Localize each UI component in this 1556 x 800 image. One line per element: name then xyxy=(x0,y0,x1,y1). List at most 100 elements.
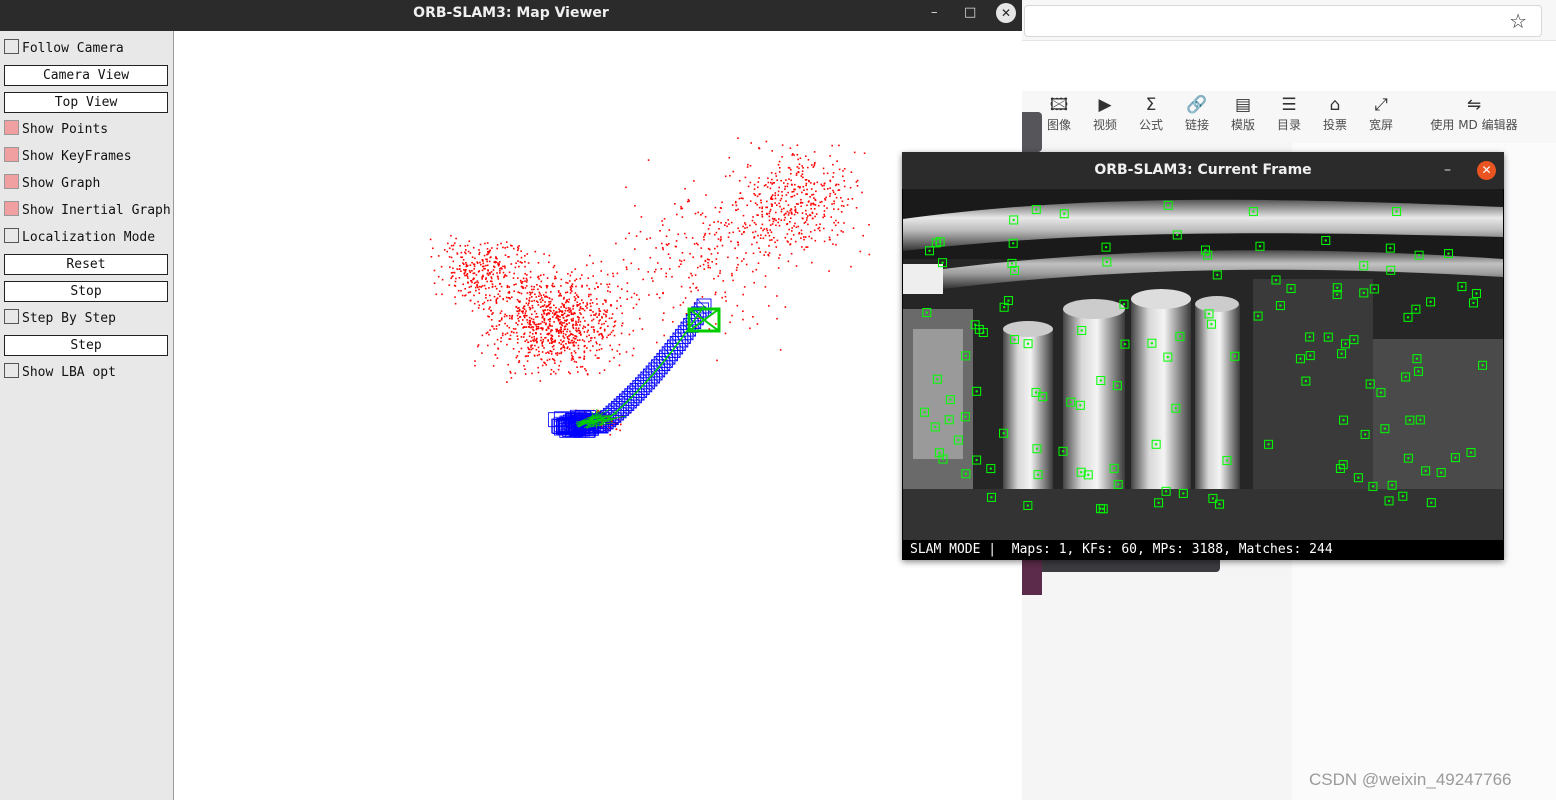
map-point xyxy=(521,280,524,283)
map-point xyxy=(596,357,599,359)
map-point xyxy=(727,219,729,221)
show-inertial-graph-checkbox[interactable]: Show Inertial Graph xyxy=(4,201,171,219)
checkbox-icon xyxy=(4,309,19,324)
maximize-button[interactable]: □ xyxy=(964,0,976,26)
map-point xyxy=(725,222,727,224)
map-point xyxy=(777,194,780,196)
map-point xyxy=(805,246,807,248)
map-point xyxy=(543,253,545,255)
reset-button[interactable]: Reset xyxy=(4,254,168,275)
map-point xyxy=(487,274,490,276)
map-point xyxy=(787,191,789,194)
map-point xyxy=(706,258,709,261)
map-point xyxy=(568,342,570,344)
map-point xyxy=(827,188,829,190)
toolbar-widescreen-button[interactable]: ⤢ 宽屏 xyxy=(1358,95,1404,133)
map-point xyxy=(482,260,484,262)
map-point xyxy=(575,285,577,288)
map-point xyxy=(490,310,492,312)
map-3d-view[interactable] xyxy=(174,31,1022,800)
localization-mode-checkbox[interactable]: Localization Mode xyxy=(4,228,155,246)
map-point xyxy=(753,221,756,224)
map-point xyxy=(456,268,458,270)
map-point xyxy=(603,313,605,315)
map-point xyxy=(590,314,592,317)
map-point xyxy=(554,339,557,342)
show-graph-checkbox[interactable]: Show Graph xyxy=(4,174,100,192)
map-point xyxy=(850,171,853,173)
map-point xyxy=(798,167,800,170)
map-point xyxy=(779,167,781,169)
current-frame-titlebar[interactable]: ORB-SLAM3: Current Frame – ✕ xyxy=(902,152,1504,189)
step-button[interactable]: Step xyxy=(4,335,168,356)
map-point xyxy=(769,210,771,213)
show-lba-opt-checkbox[interactable]: Show LBA opt xyxy=(4,363,116,381)
bookmark-star-icon[interactable]: ☆ xyxy=(1509,9,1527,33)
toolbar-link-button[interactable]: 🔗 链接 xyxy=(1174,95,1220,133)
map-point xyxy=(776,295,778,297)
map-point xyxy=(807,201,810,203)
map-point xyxy=(742,318,744,321)
map-point xyxy=(571,320,573,322)
map-point xyxy=(591,302,594,304)
map-point xyxy=(575,329,577,332)
toolbar-formula-button[interactable]: Σ 公式 xyxy=(1128,95,1174,133)
minimize-button[interactable]: – xyxy=(931,0,938,26)
map-point xyxy=(452,244,455,247)
toolbar-image-button[interactable]: 🖾 图像 xyxy=(1036,95,1082,133)
camera-view-button[interactable]: Camera View xyxy=(4,65,168,86)
map-point xyxy=(540,358,542,360)
map-point xyxy=(575,278,578,280)
map-point xyxy=(487,269,489,271)
map-point xyxy=(499,270,501,272)
map-point xyxy=(547,312,549,314)
close-button[interactable]: ✕ xyxy=(1477,161,1496,180)
map-point xyxy=(551,316,554,318)
map-viewer-titlebar[interactable]: ORB-SLAM3: Map Viewer – □ ✕ xyxy=(0,0,1022,31)
map-point xyxy=(554,275,556,278)
map-point xyxy=(849,186,852,189)
show-keyframes-checkbox[interactable]: Show KeyFrames xyxy=(4,147,132,165)
step-by-step-checkbox[interactable]: Step By Step xyxy=(4,309,116,327)
map-point xyxy=(508,315,511,317)
close-button[interactable]: ✕ xyxy=(996,3,1016,23)
map-point xyxy=(506,285,509,287)
address-bar[interactable]: ☆ xyxy=(1024,5,1542,37)
map-point xyxy=(861,191,863,194)
map-point xyxy=(486,253,488,256)
map-point xyxy=(843,185,846,188)
map-point xyxy=(432,247,434,250)
map-point xyxy=(628,333,631,336)
map-point xyxy=(744,223,747,226)
map-point xyxy=(719,272,721,274)
map-point xyxy=(433,269,436,272)
template-icon: ▤ xyxy=(1234,95,1252,115)
toolbar-template-button[interactable]: ▤ 模版 xyxy=(1220,95,1266,133)
map-point xyxy=(507,256,509,258)
map-point xyxy=(792,234,795,236)
top-view-button[interactable]: Top View xyxy=(4,92,168,113)
minimize-button[interactable]: – xyxy=(1444,152,1451,189)
map-point xyxy=(577,295,579,298)
map-point xyxy=(562,344,565,346)
map-point xyxy=(736,304,739,307)
map-point xyxy=(609,344,611,347)
follow-camera-checkbox[interactable]: Follow Camera xyxy=(4,39,124,57)
map-point xyxy=(720,236,722,238)
map-point xyxy=(834,193,837,195)
toolbar-vote-button[interactable]: ⌂ 投票 xyxy=(1312,95,1358,133)
map-point xyxy=(574,297,577,300)
map-point xyxy=(530,285,533,288)
map-point xyxy=(515,283,517,285)
map-point xyxy=(758,247,760,249)
toolbar-video-button[interactable]: ▶ 视频 xyxy=(1082,95,1128,133)
map-point xyxy=(821,185,824,187)
toolbar-md-editor-button[interactable]: ⇋ 使用 MD 编辑器 xyxy=(1426,95,1522,133)
show-points-checkbox[interactable]: Show Points xyxy=(4,120,108,138)
map-point xyxy=(456,253,459,255)
map-point xyxy=(548,261,550,264)
map-point xyxy=(528,335,531,337)
map-point xyxy=(481,352,483,354)
toolbar-toc-button[interactable]: ☰ 目录 xyxy=(1266,95,1312,133)
stop-button[interactable]: Stop xyxy=(4,281,168,302)
